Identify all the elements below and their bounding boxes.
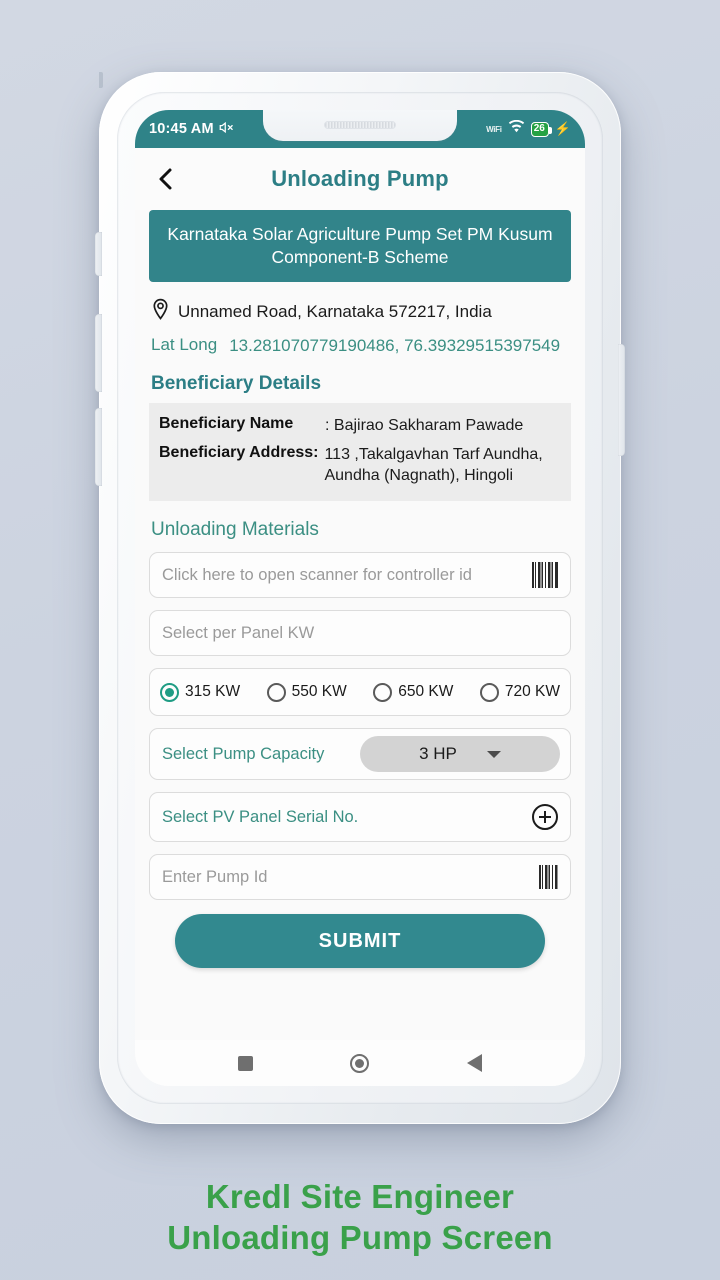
volume-down-button[interactable] — [95, 408, 102, 486]
scroll-content: Karnataka Solar Agriculture Pump Set PM … — [135, 210, 585, 1040]
pump-capacity-dropdown[interactable]: 3 HP — [360, 736, 560, 773]
pv-panel-serial-placeholder: Select PV Panel Serial No. — [162, 807, 359, 826]
latlong-label: Lat Long — [151, 335, 218, 355]
pump-id-field[interactable]: Enter Pump Id — [149, 854, 571, 901]
unloading-materials-heading: Unloading Materials — [151, 519, 319, 541]
radio-option-720kw[interactable]: 720 KW — [479, 682, 560, 702]
radio-indicator-650kw[interactable] — [373, 682, 393, 702]
barcode-scanner-icon[interactable] — [539, 865, 558, 890]
beneficiary-card: Beneficiary Name : Bajirao Sakharam Pawa… — [149, 403, 571, 502]
silent-switch-button[interactable] — [95, 232, 102, 276]
pump-capacity-value: 3 HP — [419, 744, 457, 764]
app-bar: Unloading Pump — [135, 148, 585, 210]
radio-indicator-550kw[interactable] — [266, 682, 286, 702]
radio-label-315kw: 315 KW — [185, 683, 241, 701]
radio-indicator-315kw[interactable] — [160, 682, 179, 702]
radio-option-315kw[interactable]: 315 KW — [160, 682, 241, 702]
address-text: Unnamed Road, Karnataka 572217, India — [178, 302, 492, 322]
volume-up-button[interactable] — [95, 314, 102, 392]
square-recents-icon[interactable] — [237, 1055, 253, 1071]
wifi-text-label: WiFi — [486, 124, 502, 134]
speaker-grille — [324, 121, 396, 129]
app-container: Unloading Pump Karnataka Solar Agricultu… — [135, 148, 585, 1086]
back-chevron-icon[interactable] — [151, 164, 181, 194]
caption-line-2: Unloading Pump Screen — [167, 1218, 553, 1256]
frame-antenna-seam — [99, 72, 103, 88]
radio-indicator-720kw[interactable] — [479, 682, 499, 702]
status-bar-right: WiFi 26 ⚡ — [486, 119, 571, 138]
location-pin-icon — [151, 298, 170, 326]
caption: Kredl Site Engineer Unloading Pump Scree… — [0, 1176, 720, 1259]
pump-capacity-field: Select Pump Capacity 3 HP — [149, 728, 571, 781]
battery-level: 26 — [533, 123, 545, 134]
phone-device-frame: 10:45 AM WiFi 26 ⚡ Unloading Pump Karnat… — [95, 72, 625, 1124]
beneficiary-address-row: Beneficiary Address: 113 ,Takalgavhan Ta… — [159, 444, 561, 487]
beneficiary-address-label: Beneficiary Address: — [159, 443, 319, 461]
beneficiary-address-value: 113 ,Takalgavhan Tarf Aundha, Aundha (Na… — [324, 445, 543, 485]
submit-button[interactable]: SUBMIT — [175, 914, 545, 969]
per-panel-kw-radio-group: 315 KW 550 KW 650 KW 720 KW — [149, 668, 571, 717]
per-panel-kw-field[interactable]: Select per Panel KW — [149, 610, 571, 657]
status-bar-left: 10:45 AM — [149, 120, 234, 139]
beneficiary-details-heading: Beneficiary Details — [151, 373, 322, 395]
status-time: 10:45 AM — [149, 121, 214, 137]
charging-bolt-icon: ⚡ — [554, 121, 571, 136]
beneficiary-name-label: Beneficiary Name — [159, 415, 294, 433]
address-row: Unnamed Road, Karnataka 572217, India — [149, 298, 571, 326]
controller-id-field[interactable]: Click here to open scanner for controlle… — [149, 552, 571, 599]
circle-home-icon[interactable] — [350, 1053, 370, 1073]
phone-notch — [263, 110, 457, 141]
phone-screen: 10:45 AM WiFi 26 ⚡ Unloading Pump Karnat… — [135, 110, 585, 1086]
radio-option-650kw[interactable]: 650 KW — [373, 682, 454, 702]
wifi-label-group: WiFi — [486, 125, 502, 134]
per-panel-kw-placeholder: Select per Panel KW — [162, 623, 315, 642]
plus-circle-icon[interactable] — [532, 804, 558, 831]
triangle-back-icon[interactable] — [467, 1054, 483, 1072]
caption-line-1: Kredl Site Engineer — [205, 1177, 515, 1215]
controller-id-placeholder: Click here to open scanner for controlle… — [162, 565, 472, 584]
pv-panel-serial-field[interactable]: Select PV Panel Serial No. — [149, 792, 571, 843]
pump-capacity-label: Select Pump Capacity — [162, 744, 325, 763]
beneficiary-name-row: Beneficiary Name : Bajirao Sakharam Pawa… — [159, 415, 561, 437]
beneficiary-name-value: : Bajirao Sakharam Pawade — [325, 417, 524, 435]
status-bar: 10:45 AM WiFi 26 ⚡ — [135, 110, 585, 148]
wifi-icon — [508, 119, 525, 138]
latlong-value: 13.281070779190486, 76.39329515397549 — [229, 336, 561, 356]
radio-option-550kw[interactable]: 550 KW — [266, 682, 347, 702]
power-button[interactable] — [618, 344, 625, 456]
latlong-row: Lat Long 13.281070779190486, 76.39329515… — [149, 335, 571, 357]
radio-label-720kw: 720 KW — [504, 683, 560, 701]
page-title: Unloading Pump — [271, 166, 449, 191]
pump-id-placeholder: Enter Pump Id — [162, 867, 268, 886]
radio-label-650kw: 650 KW — [398, 683, 454, 701]
radio-label-550kw: 550 KW — [291, 683, 347, 701]
scheme-banner: Karnataka Solar Agriculture Pump Set PM … — [149, 210, 571, 283]
battery-indicator: 26 — [530, 121, 552, 137]
android-navigation-bar — [135, 1040, 585, 1086]
barcode-scanner-icon[interactable] — [532, 562, 558, 589]
chevron-down-icon — [486, 750, 501, 758]
mute-icon — [219, 120, 234, 139]
